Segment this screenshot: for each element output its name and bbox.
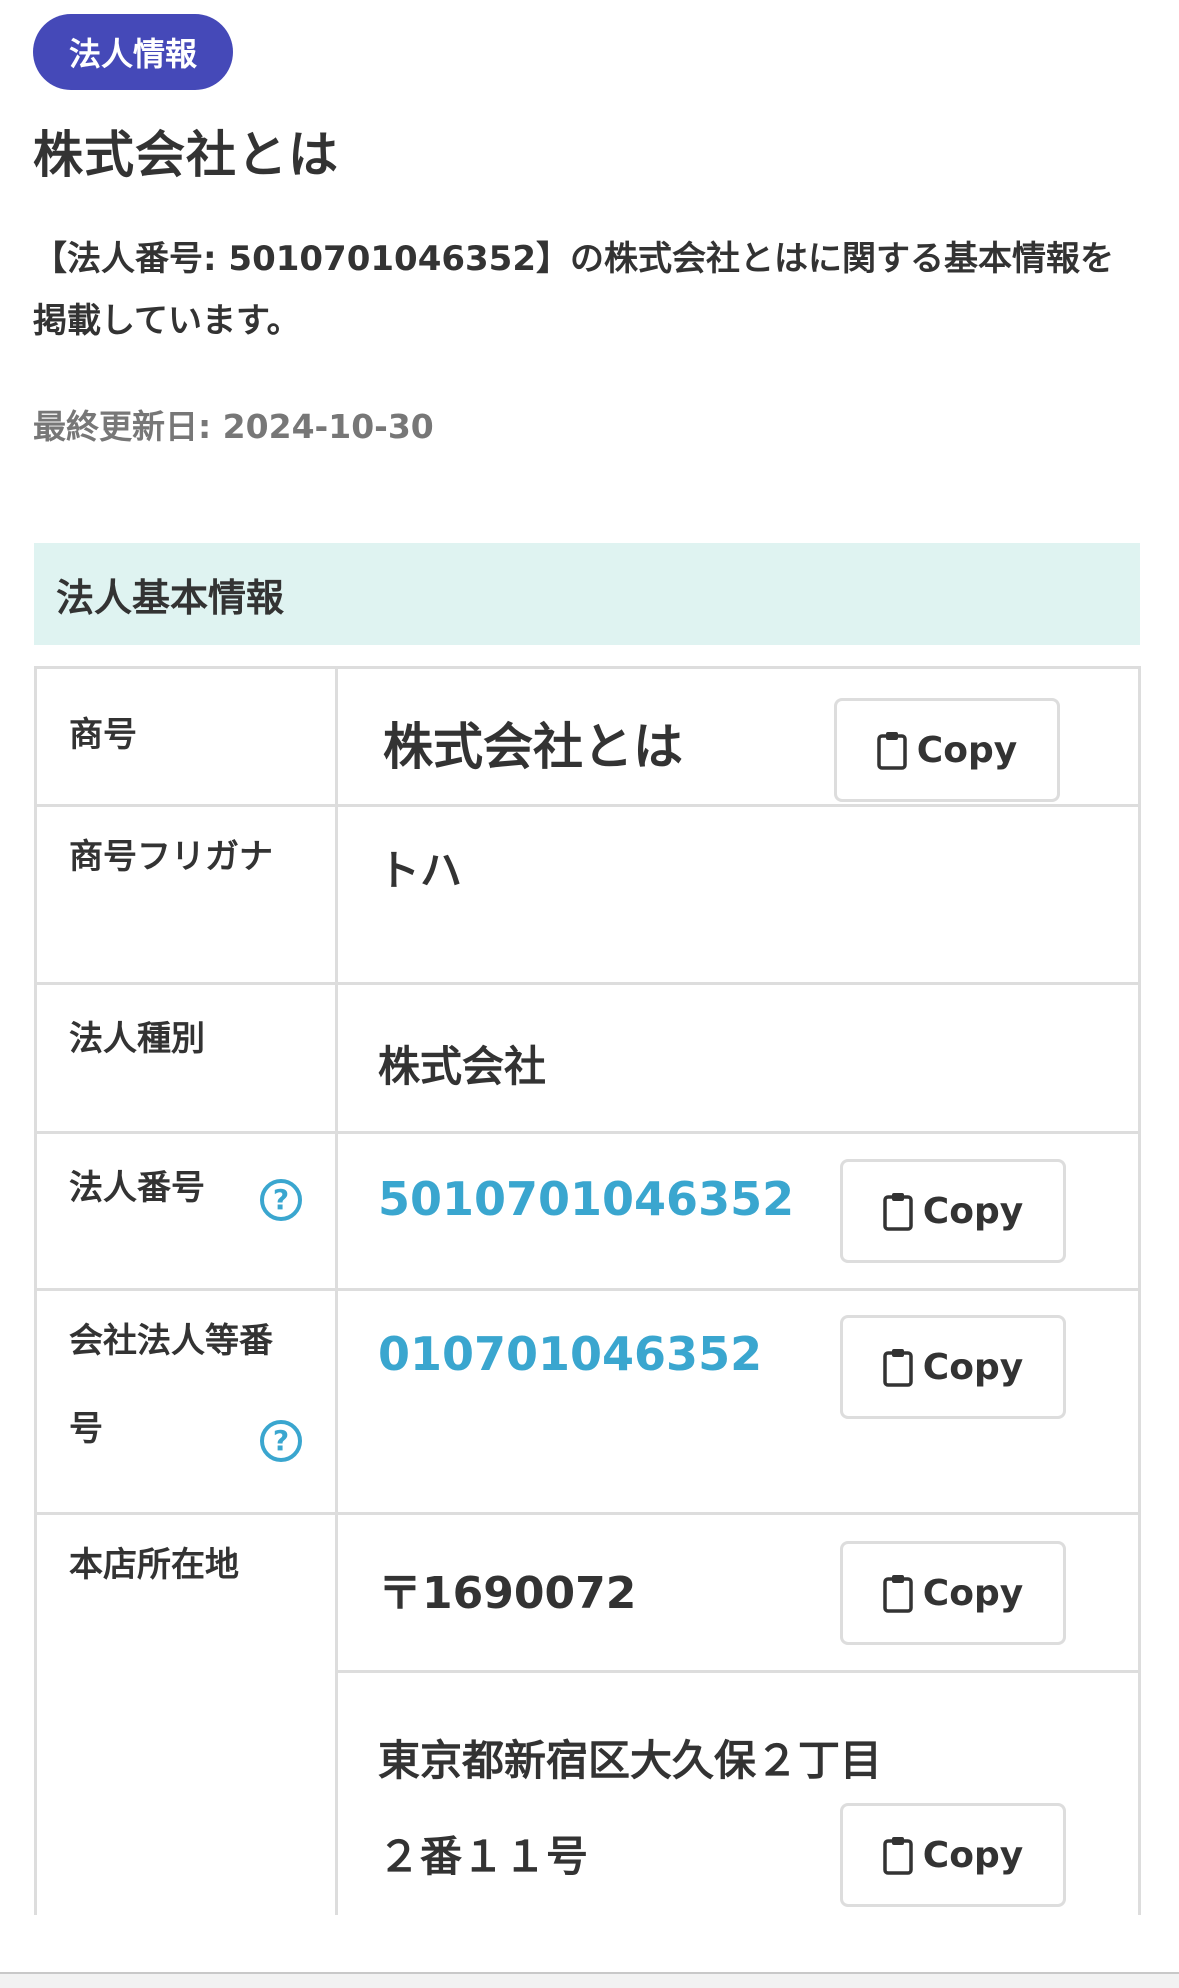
trade-name-value: 株式会社とは — [383, 718, 683, 776]
help-icon[interactable]: ? — [260, 1420, 302, 1462]
category-badge: 法人情報 — [33, 14, 233, 90]
row-label-cell: 法人種別 — [37, 985, 338, 1131]
page-description: 【法人番号: 5010701046352】の株式会社とはに関する基本情報を掲載し… — [33, 239, 1114, 341]
address-value: 東京都新宿区大久保２丁目２番１１号 — [378, 1736, 883, 1881]
row-label-cell: 会社法人等番号 ? — [37, 1291, 338, 1512]
copy-button-label: Copy — [922, 1572, 1024, 1614]
clipboard-icon — [883, 1349, 913, 1387]
row-label-cell: 本店所在地 — [37, 1515, 338, 1915]
row-value-cell: 株式会社とは Copy — [338, 669, 1138, 804]
row-value-cell: 株式会社 — [338, 985, 1138, 1131]
corp-number-link[interactable]: 5010701046352 — [378, 1172, 794, 1226]
row-value-cell: トハ — [338, 807, 1138, 982]
table-row-furigana: 商号フリガナ トハ — [37, 807, 1138, 985]
row-label-cell: 商号フリガナ — [37, 807, 338, 982]
bottom-toolbar — [0, 1972, 1179, 1988]
copy-button-label: Copy — [922, 1346, 1024, 1388]
clipboard-icon — [883, 1837, 913, 1875]
row-value-cell: 010701046352 Copy — [338, 1291, 1138, 1512]
table-row-head-office: 本店所在地 〒1690072 Copy 東京都新宿区大久保２丁目２番１１号 Co… — [37, 1515, 1138, 1915]
section-title: 法人基本情報 — [56, 575, 285, 620]
row-value-cell: 〒1690072 Copy 東京都新宿区大久保２丁目２番１１号 Copy — [338, 1515, 1138, 1915]
corp-type-value: 株式会社 — [378, 1042, 547, 1091]
row-label: 商号フリガナ — [69, 837, 273, 877]
copy-button[interactable]: Copy — [840, 1803, 1066, 1907]
copy-button[interactable]: Copy — [840, 1315, 1066, 1419]
table-row-corp-number: 法人番号 ? 5010701046352 Copy — [37, 1134, 1138, 1291]
clipboard-icon — [883, 1575, 913, 1613]
copy-button-label: Copy — [922, 1834, 1024, 1876]
postal-code-value: 〒1690072 — [378, 1568, 637, 1619]
row-label: 商号 — [69, 715, 137, 755]
help-icon[interactable]: ? — [260, 1179, 302, 1221]
corp-info-table: 商号 株式会社とは Copy 商号フリガナ トハ 法人種別 株式会社 法人番号 — [34, 666, 1141, 1915]
category-badge-label: 法人情報 — [68, 35, 197, 73]
row-label-cell: 商号 — [37, 669, 338, 804]
section-header: 法人基本情報 — [34, 543, 1140, 645]
row-label: 本店所在地 — [69, 1545, 239, 1585]
page-title: 株式会社とは — [33, 126, 339, 184]
copy-button[interactable]: Copy — [840, 1541, 1066, 1645]
row-label: 法人種別 — [69, 1019, 205, 1059]
postal-subrow: 〒1690072 Copy — [338, 1515, 1138, 1670]
table-row-corp-type: 法人種別 株式会社 — [37, 985, 1138, 1134]
row-label: 法人番号 — [69, 1168, 205, 1208]
table-row-trade-name: 商号 株式会社とは Copy — [37, 669, 1138, 807]
copy-button-label: Copy — [916, 729, 1018, 771]
last-updated: 最終更新日: 2024-10-30 — [33, 407, 434, 446]
copy-button[interactable]: Copy — [840, 1159, 1066, 1263]
furigana-value: トハ — [378, 846, 463, 895]
row-label-cell: 法人番号 ? — [37, 1134, 338, 1288]
clipboard-icon — [877, 732, 907, 770]
copy-button[interactable]: Copy — [834, 698, 1060, 802]
row-value-cell: 5010701046352 Copy — [338, 1134, 1138, 1288]
help-icon-glyph: ? — [272, 1183, 290, 1216]
clipboard-icon — [883, 1193, 913, 1231]
table-row-company-number: 会社法人等番号 ? 010701046352 Copy — [37, 1291, 1138, 1515]
help-icon-glyph: ? — [272, 1424, 290, 1457]
company-number-link[interactable]: 010701046352 — [378, 1327, 762, 1381]
copy-button-label: Copy — [922, 1190, 1024, 1232]
address-subrow: 東京都新宿区大久保２丁目２番１１号 Copy — [338, 1670, 1138, 1915]
